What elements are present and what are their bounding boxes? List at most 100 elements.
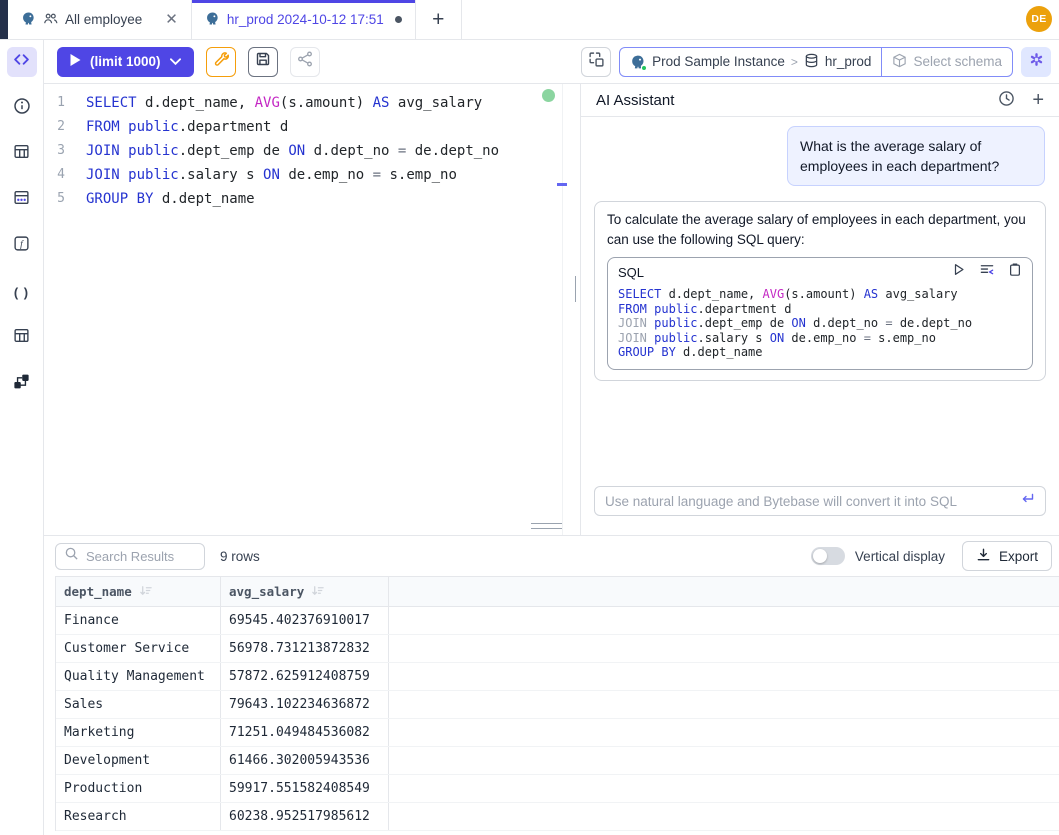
- sort-icon[interactable]: [311, 584, 324, 600]
- database-name: hr_prod: [825, 54, 872, 69]
- schema-diagram-icon: [13, 373, 30, 395]
- batch-icon: [588, 51, 605, 73]
- cell-dept-name[interactable]: Customer Service: [56, 635, 221, 662]
- cell-filler: [389, 635, 1059, 662]
- sql-line: JOIN public.dept_emp de ON d.dept_no = d…: [618, 316, 1022, 331]
- horizontal-splitter-handle[interactable]: [531, 523, 562, 529]
- return-icon[interactable]: [1019, 492, 1035, 511]
- postgres-icon: [630, 54, 646, 70]
- connection-status-dot: [542, 89, 555, 102]
- sql-editor-app: All employee ✕ hr_prod 2024-10-12 17:51 …: [0, 0, 1059, 835]
- sidebar-item-data[interactable]: [7, 185, 37, 215]
- sql-editor[interactable]: 1SELECT d.dept_name, AVG(s.amount) AS av…: [44, 84, 580, 535]
- table-row[interactable]: Marketing71251.049484536082: [56, 719, 1059, 747]
- sidebar-item-info[interactable]: [7, 93, 37, 123]
- sql-line: SELECT d.dept_name, AVG(s.amount) AS avg…: [618, 287, 1022, 302]
- save-sheet-button[interactable]: [248, 47, 278, 77]
- assistant-response-text: To calculate the average salary of emplo…: [607, 210, 1033, 250]
- search-icon: [64, 546, 79, 566]
- cell-avg-salary[interactable]: 79643.102234636872: [221, 691, 389, 718]
- line-number: 2: [44, 115, 78, 139]
- run-label: (limit 1000): [90, 54, 161, 69]
- table-row[interactable]: Customer Service56978.731213872832: [56, 635, 1059, 663]
- table-row[interactable]: Production59917.551582408549: [56, 775, 1059, 803]
- table-row[interactable]: Research60238.952517985612: [56, 803, 1059, 831]
- table-row[interactable]: Development61466.302005943536: [56, 747, 1059, 775]
- cell-avg-salary[interactable]: 71251.049484536082: [221, 719, 389, 746]
- ai-assistant-button[interactable]: [1021, 47, 1051, 77]
- sql-line[interactable]: 3JOIN public.dept_emp de ON d.dept_no = …: [44, 139, 580, 163]
- cell-avg-salary[interactable]: 69545.402376910017: [221, 607, 389, 634]
- sidebar-item-external-tables[interactable]: [7, 323, 37, 353]
- sidebar-item-procedures[interactable]: ( ): [7, 277, 37, 307]
- vertical-display-toggle[interactable]: [811, 547, 845, 565]
- play-icon: [70, 54, 81, 69]
- sidebar-item-editor[interactable]: [7, 47, 37, 77]
- column-header-filler: [389, 577, 1059, 606]
- export-label: Export: [999, 549, 1038, 564]
- table-row[interactable]: Sales79643.102234636872: [56, 691, 1059, 719]
- cell-filler: [389, 775, 1059, 802]
- new-chat-icon[interactable]: +: [1032, 90, 1044, 110]
- cell-dept-name[interactable]: Development: [56, 747, 221, 774]
- editor-gutter-line: [562, 84, 563, 535]
- sql-line[interactable]: 1SELECT d.dept_name, AVG(s.amount) AS av…: [44, 91, 580, 115]
- cell-filler: [389, 663, 1059, 690]
- ai-assistant-panel: AI Assistant + What is the average salar…: [580, 84, 1059, 535]
- sidebar-item-functions[interactable]: f: [7, 231, 37, 261]
- run-code-icon[interactable]: [952, 262, 966, 283]
- corner-strip: [0, 0, 8, 39]
- format-sql-button[interactable]: [206, 47, 236, 77]
- sql-line[interactable]: 2FROM public.department d: [44, 115, 580, 139]
- cell-dept-name[interactable]: Production: [56, 775, 221, 802]
- sql-line: FROM public.department d: [618, 302, 1022, 317]
- line-number: 4: [44, 163, 78, 187]
- sidebar-item-schema-diagram[interactable]: [7, 369, 37, 399]
- cell-dept-name[interactable]: Research: [56, 803, 221, 830]
- close-tab-icon[interactable]: ✕: [165, 12, 178, 27]
- share-button[interactable]: [290, 47, 320, 77]
- user-avatar[interactable]: DE: [1026, 6, 1052, 32]
- copy-code-icon[interactable]: [1008, 262, 1022, 283]
- tab-all-employee[interactable]: All employee ✕: [8, 0, 192, 39]
- history-icon[interactable]: [998, 90, 1015, 111]
- database-selector[interactable]: Prod Sample Instance > hr_prod: [620, 48, 881, 76]
- cell-dept-name[interactable]: Finance: [56, 607, 221, 634]
- cell-dept-name[interactable]: Quality Management: [56, 663, 221, 690]
- new-tab-button[interactable]: +: [416, 0, 462, 39]
- cell-avg-salary[interactable]: 56978.731213872832: [221, 635, 389, 662]
- sidebar-item-tables[interactable]: [7, 139, 37, 169]
- schema-selector[interactable]: Select schema: [881, 48, 1012, 76]
- editor-toolbar: (limit 1000): [44, 40, 1059, 84]
- insert-code-icon[interactable]: [979, 262, 995, 283]
- sql-code-block: SQL SELECT d.dept_name, AVG(s.amount): [607, 257, 1033, 370]
- cell-dept-name[interactable]: Marketing: [56, 719, 221, 746]
- vertical-display-label: Vertical display: [855, 549, 945, 564]
- export-button[interactable]: Export: [962, 541, 1052, 571]
- table-data-icon: [13, 189, 30, 211]
- results-table-body: Finance69545.402376910017Customer Servic…: [56, 607, 1059, 831]
- ai-panel-title: AI Assistant: [596, 92, 674, 109]
- ai-prompt-input[interactable]: Use natural language and Bytebase will c…: [594, 486, 1046, 516]
- cell-dept-name[interactable]: Sales: [56, 691, 221, 718]
- search-results-input[interactable]: Search Results: [55, 543, 205, 570]
- ai-panel-header: AI Assistant +: [581, 84, 1059, 117]
- tab-bar: All employee ✕ hr_prod 2024-10-12 17:51 …: [0, 0, 1059, 40]
- table-row[interactable]: Quality Management57872.625912408759: [56, 663, 1059, 691]
- cell-avg-salary[interactable]: 61466.302005943536: [221, 747, 389, 774]
- tab-hr-prod[interactable]: hr_prod 2024-10-12 17:51: [192, 0, 416, 39]
- parentheses-icon: ( ): [14, 285, 29, 300]
- sql-line[interactable]: 4JOIN public.salary s ON de.emp_no = s.e…: [44, 163, 580, 187]
- sql-line[interactable]: 5GROUP BY d.dept_name: [44, 187, 580, 211]
- column-header-dept_name[interactable]: dept_name: [56, 577, 221, 606]
- function-icon: f: [13, 235, 30, 257]
- run-query-button[interactable]: (limit 1000): [57, 47, 194, 77]
- cell-avg-salary[interactable]: 60238.952517985612: [221, 803, 389, 830]
- sort-icon[interactable]: [139, 584, 152, 600]
- column-header-avg_salary[interactable]: avg_salary: [221, 577, 389, 606]
- batch-mode-button[interactable]: [581, 47, 611, 77]
- table-row[interactable]: Finance69545.402376910017: [56, 607, 1059, 635]
- cell-avg-salary[interactable]: 57872.625912408759: [221, 663, 389, 690]
- cell-avg-salary[interactable]: 59917.551582408549: [221, 775, 389, 802]
- user-message-bubble: What is the average salary of employees …: [787, 126, 1045, 186]
